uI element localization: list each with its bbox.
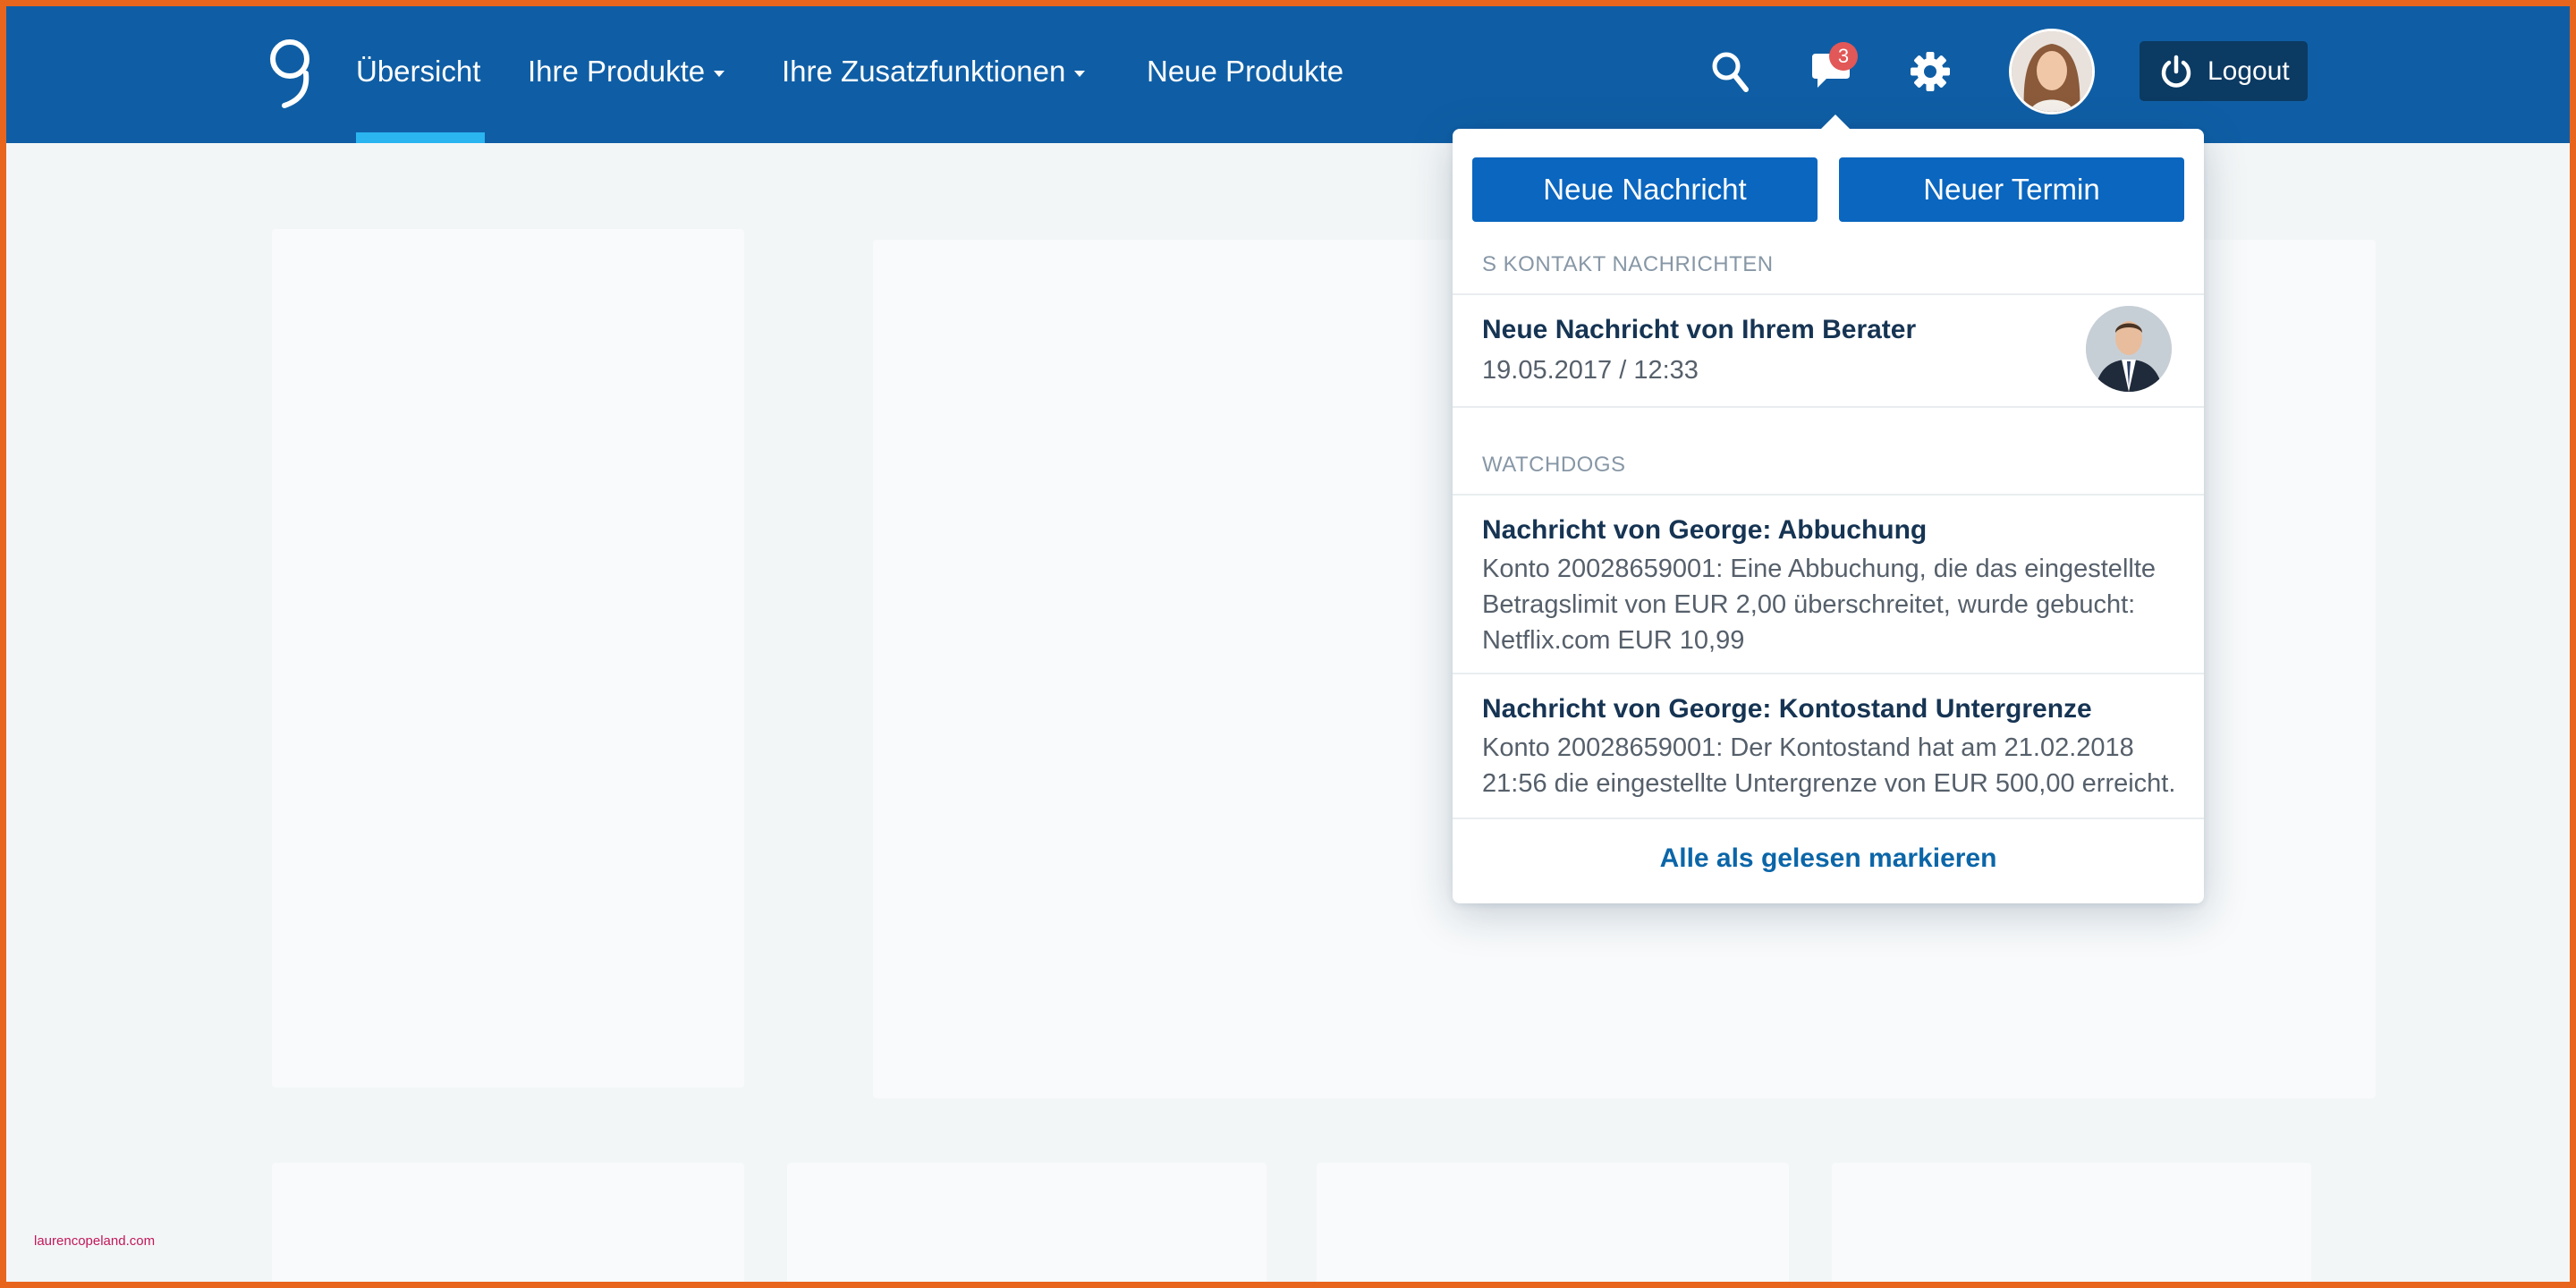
nav-item-label: Ihre Produkte (528, 55, 706, 88)
logout-label: Logout (2207, 56, 2290, 86)
content-card-bottom-1 (272, 1163, 744, 1288)
caret-down-icon (714, 70, 725, 77)
george-logo-icon[interactable] (265, 38, 315, 109)
message-date: 19.05.2017 / 12:33 (1482, 356, 1699, 385)
nav-item-label: Neue Produkte (1147, 55, 1344, 88)
nav-active-indicator (356, 132, 485, 143)
message-text: Konto 20028659001: Eine Abbuchung, die d… (1482, 555, 2157, 655)
new-appointment-button[interactable]: Neuer Termin (1839, 157, 2184, 222)
nav-item-new-products[interactable]: Neue Produkte (1147, 50, 1343, 93)
divider (1453, 494, 2204, 496)
s-kontakt-heading: S KONTAKT NACHRICHTEN (1482, 252, 1774, 276)
user-avatar[interactable] (2009, 29, 2095, 114)
divider (1453, 406, 2204, 408)
content-card-bottom-4 (1832, 1163, 2311, 1288)
content-card-bottom-2 (787, 1163, 1267, 1288)
message-count-badge: 3 (1829, 42, 1858, 71)
user-portrait-icon (2012, 31, 2092, 112)
content-card-left (272, 229, 744, 1088)
search-icon[interactable] (1710, 50, 1751, 95)
power-icon (2161, 55, 2191, 88)
watermark-text: laurencopeland.com (34, 1233, 156, 1249)
divider (1453, 293, 2204, 295)
message-text: Konto 20028659001: Der Kontostand hat am… (1482, 733, 2176, 798)
logout-button[interactable]: Logout (2140, 41, 2308, 101)
nav-item-additional-features[interactable]: Ihre Zusatzfunktionen (782, 50, 1086, 93)
caret-down-icon (1074, 70, 1086, 77)
notifications-dropdown: Neue Nachricht Neuer Termin S KONTAKT NA… (1453, 114, 2204, 903)
dropdown-pointer (1821, 114, 1850, 129)
content-card-bottom-3 (1317, 1163, 1789, 1288)
mark-all-read-link[interactable]: Alle als gelesen markieren (1453, 843, 2204, 874)
nav-item-overview[interactable]: Übersicht (356, 50, 480, 93)
message-title: Neue Nachricht von Ihrem Berater (1482, 315, 1917, 344)
advisor-avatar (2086, 306, 2172, 392)
nav-item-products[interactable]: Ihre Produkte (528, 50, 725, 93)
top-navigation-bar: Übersicht Ihre Produkte Ihre Zusatzfunkt… (0, 0, 2576, 143)
gear-icon[interactable] (1909, 50, 1952, 93)
divider (1453, 818, 2204, 819)
watchdogs-heading: WATCHDOGS (1482, 453, 1626, 477)
message-title: Nachricht von George: Abbuchung (1482, 515, 1928, 545)
message-title: Nachricht von George: Kontostand Untergr… (1482, 694, 2092, 724)
new-message-button[interactable]: Neue Nachricht (1472, 157, 1818, 222)
divider (1453, 673, 2204, 674)
nav-item-label: Übersicht (356, 55, 481, 88)
advisor-portrait-icon (2086, 306, 2172, 392)
nav-item-label: Ihre Zusatzfunktionen (782, 55, 1066, 88)
